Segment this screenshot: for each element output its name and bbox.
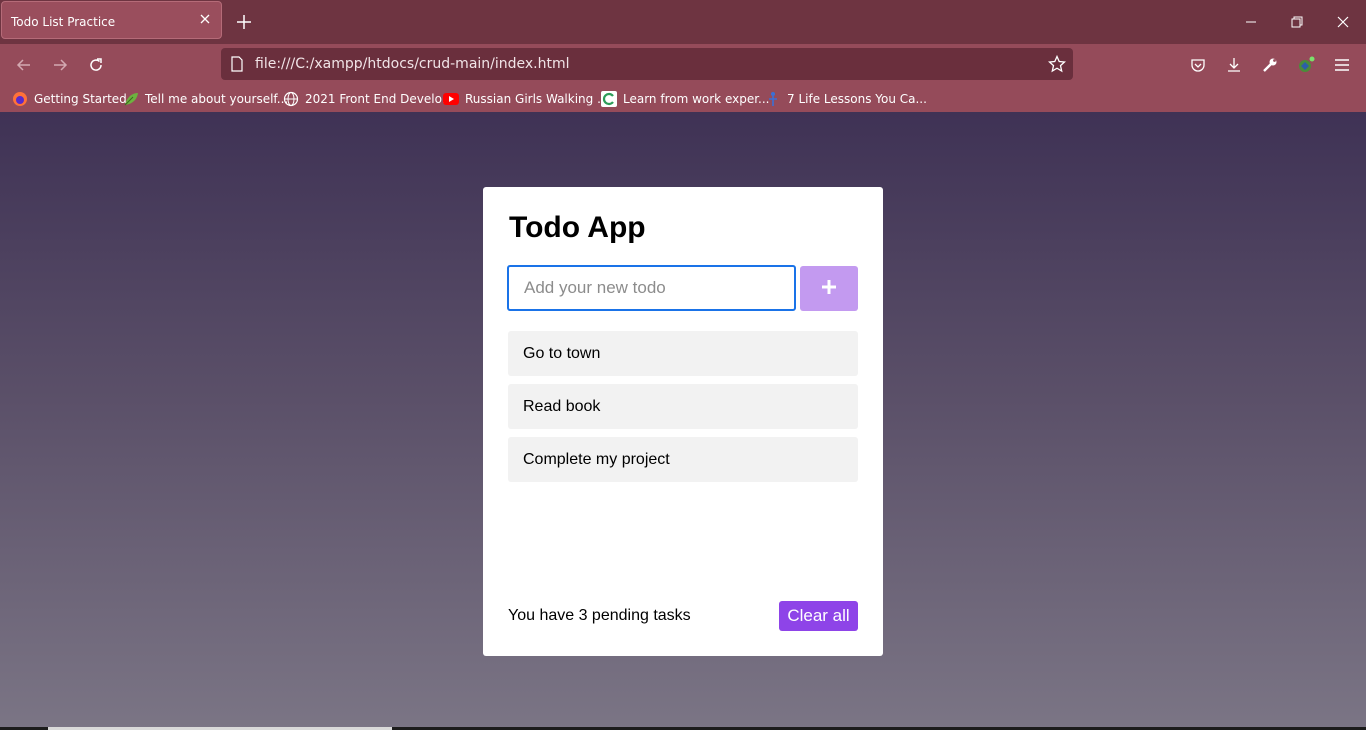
bookmark-label: Tell me about yourself...	[145, 92, 289, 106]
active-tab[interactable]: Todo List Practice	[1, 1, 222, 39]
bookmark-item[interactable]: 2021 Front End Develo...	[283, 90, 453, 108]
todo-item[interactable]: Complete my project	[508, 437, 858, 482]
clear-all-button[interactable]: Clear all	[779, 601, 858, 631]
add-todo-button[interactable]	[800, 266, 858, 311]
bookmark-label: Getting Started	[34, 92, 127, 106]
app-title: Todo App	[509, 211, 646, 244]
close-tab-icon[interactable]	[197, 11, 213, 27]
todo-input[interactable]	[507, 265, 796, 311]
navigation-toolbar: file:///C:/xampp/htdocs/crud-main/index.…	[0, 44, 1366, 85]
youtube-icon	[443, 91, 459, 107]
download-icon[interactable]	[1222, 53, 1246, 77]
page-icon	[230, 56, 244, 77]
bookmark-item[interactable]: Tell me about yourself...	[123, 90, 288, 108]
edu-icon	[601, 91, 617, 107]
bookmark-label: 7 Life Lessons You Ca...	[787, 92, 927, 106]
todo-text: Go to town	[523, 344, 601, 362]
leaf-icon	[123, 91, 139, 107]
new-tab-icon[interactable]	[233, 11, 255, 33]
bookmark-item[interactable]: Learn from work exper...	[601, 90, 770, 108]
bookmark-item[interactable]: 7 Life Lessons You Ca...	[765, 90, 927, 108]
globe-icon	[283, 91, 299, 107]
reload-icon[interactable]	[84, 53, 108, 77]
pending-count-text: You have 3 pending tasks	[508, 607, 691, 624]
todo-card: Todo App Go to town Read book Complete m…	[483, 187, 883, 656]
restore-icon[interactable]	[1285, 10, 1309, 34]
minimize-icon[interactable]	[1239, 10, 1263, 34]
todo-list: Go to town Read book Complete my project	[508, 331, 858, 490]
bookmark-item[interactable]: Russian Girls Walking ...	[443, 90, 609, 108]
bookmarks-toolbar: Getting Started Tell me about yourself..…	[0, 85, 1366, 112]
extension-icon[interactable]	[1294, 53, 1318, 77]
close-window-icon[interactable]	[1331, 10, 1355, 34]
bookmark-label: Russian Girls Walking ...	[465, 92, 609, 106]
tab-title: Todo List Practice	[11, 15, 116, 29]
forward-arrow-icon[interactable]	[48, 53, 72, 77]
wrench-icon[interactable]	[1258, 53, 1282, 77]
todo-item[interactable]: Read book	[508, 384, 858, 429]
todo-text: Read book	[523, 397, 601, 415]
menu-hamburger-icon[interactable]	[1330, 53, 1354, 77]
bookmark-label: 2021 Front End Develo...	[305, 92, 454, 106]
todo-item[interactable]: Go to town	[508, 331, 858, 376]
firefox-icon	[12, 91, 28, 107]
back-arrow-icon[interactable]	[12, 53, 36, 77]
url-text: file:///C:/xampp/htdocs/crud-main/index.…	[255, 56, 570, 72]
figure-icon	[765, 91, 781, 107]
todo-text: Complete my project	[523, 450, 670, 468]
bookmark-label: Learn from work exper...	[623, 92, 770, 106]
pocket-icon[interactable]	[1186, 53, 1210, 77]
bookmark-item[interactable]: Getting Started	[12, 90, 127, 108]
bookmark-star-icon[interactable]	[1047, 54, 1067, 78]
tab-bar: Todo List Practice	[0, 0, 1366, 44]
page-background: Todo App Go to town Read book Complete m…	[0, 112, 1366, 730]
address-bar[interactable]: file:///C:/xampp/htdocs/crud-main/index.…	[221, 48, 1073, 80]
plus-icon	[821, 279, 837, 298]
